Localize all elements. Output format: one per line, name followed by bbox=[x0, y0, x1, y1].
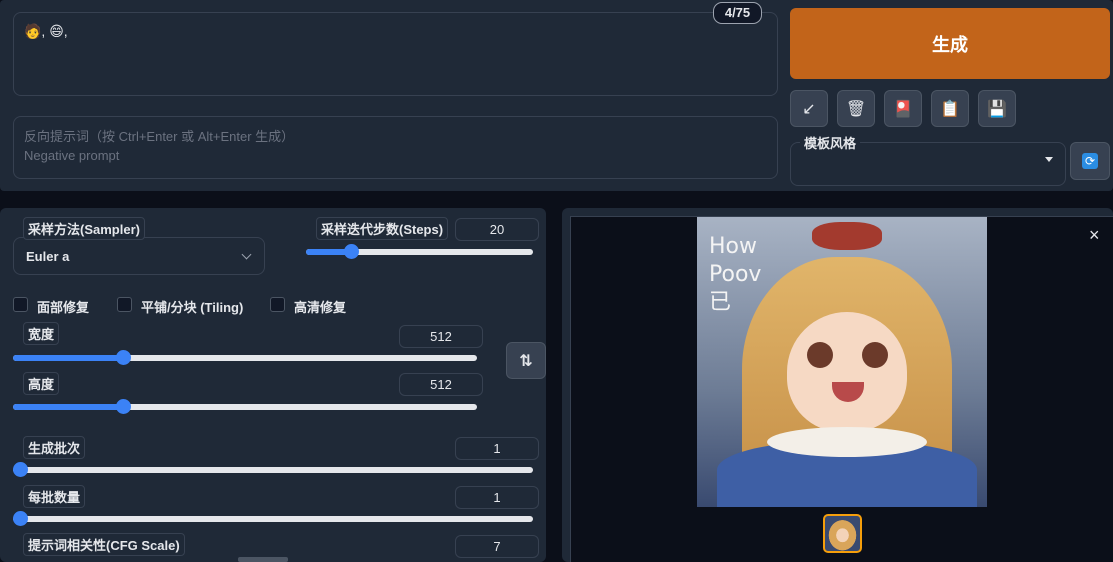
clear-button[interactable]: 🗑 bbox=[837, 90, 875, 127]
save-style-button[interactable]: 💾 bbox=[978, 90, 1016, 127]
gallery-thumbnail[interactable] bbox=[823, 514, 862, 553]
negative-prompt-input[interactable]: 反向提示词（按 Ctrl+Enter 或 Alt+Enter 生成） Negat… bbox=[13, 116, 778, 179]
sampler-value: Euler a bbox=[26, 249, 70, 264]
height-slider[interactable] bbox=[13, 399, 477, 414]
height-slider-thumb[interactable] bbox=[115, 399, 131, 414]
tool-buttons: ↙ 🗑 🎴 📋 💾 bbox=[790, 90, 1016, 127]
generate-button[interactable]: 生成 bbox=[790, 8, 1110, 79]
height-slider-fill bbox=[13, 404, 123, 410]
face-shape bbox=[787, 312, 907, 432]
width-slider[interactable] bbox=[13, 350, 477, 365]
hires-fix-label: 高清修复 bbox=[294, 300, 347, 315]
apply-style-button[interactable]: 📋 bbox=[931, 90, 969, 127]
negative-prompt-placeholder: 反向提示词（按 Ctrl+Enter 或 Alt+Enter 生成） bbox=[24, 129, 295, 144]
swap-icon: ⇅ bbox=[519, 352, 533, 370]
batch-count-input[interactable]: 1 bbox=[455, 437, 539, 460]
negative-prompt-placeholder-en: Negative prompt bbox=[24, 148, 120, 163]
read-params-icon: ↙ bbox=[802, 100, 816, 118]
cfg-input[interactable]: 7 bbox=[455, 535, 539, 558]
token-counter: 4/75 bbox=[713, 2, 762, 24]
steps-input[interactable]: 20 bbox=[455, 218, 539, 241]
batch-count-label: 生成批次 bbox=[23, 436, 86, 459]
sampler-select[interactable]: Euler a bbox=[13, 237, 265, 275]
batch-size-slider[interactable] bbox=[13, 511, 533, 526]
style-label: 模板风格 bbox=[800, 133, 861, 152]
clipboard-icon: 📋 bbox=[940, 100, 960, 118]
prompt-input[interactable]: 🧑, 😄, bbox=[13, 12, 778, 96]
steps-label: 采样迭代步数(Steps) bbox=[316, 217, 449, 240]
eye-right bbox=[862, 342, 888, 368]
cfg-label: 提示词相关性(CFG Scale) bbox=[23, 533, 185, 556]
generated-image[interactable]: How Poov 已 bbox=[697, 217, 987, 507]
width-label: 宽度 bbox=[23, 322, 60, 345]
chevron-down-icon bbox=[1045, 157, 1053, 162]
batch-size-slider-thumb[interactable] bbox=[13, 511, 28, 526]
refresh-styles-button[interactable]: ⟳ bbox=[1070, 142, 1110, 180]
card-icon: 🎴 bbox=[893, 100, 913, 118]
batch-size-label: 每批数量 bbox=[23, 485, 86, 508]
tiling-label: 平铺/分块 (Tiling) bbox=[141, 300, 244, 315]
height-input[interactable]: 512 bbox=[399, 373, 483, 396]
batch-size-input[interactable]: 1 bbox=[455, 486, 539, 509]
swap-dimensions-button[interactable]: ⇅ bbox=[506, 342, 546, 379]
scrollbar-thumb[interactable] bbox=[238, 557, 288, 562]
steps-slider[interactable] bbox=[306, 244, 533, 259]
hires-fix-checkbox[interactable] bbox=[270, 297, 285, 312]
bow bbox=[812, 222, 882, 250]
width-input[interactable]: 512 bbox=[399, 325, 483, 348]
chevron-down-icon bbox=[241, 249, 252, 260]
close-icon[interactable]: × bbox=[1089, 225, 1100, 246]
sampler-label: 采样方法(Sampler) bbox=[23, 217, 145, 240]
image-caption-text: How Poov 已 bbox=[709, 234, 762, 315]
refresh-icon: ⟳ bbox=[1082, 153, 1098, 169]
extra-networks-button[interactable]: 🎴 bbox=[884, 90, 922, 127]
collar bbox=[767, 427, 927, 457]
width-slider-fill bbox=[13, 355, 123, 361]
read-params-button[interactable]: ↙ bbox=[790, 90, 828, 127]
batch-count-slider-thumb[interactable] bbox=[13, 462, 28, 477]
height-label: 高度 bbox=[23, 372, 60, 395]
eye-left bbox=[807, 342, 833, 368]
restore-faces-checkbox[interactable] bbox=[13, 297, 28, 312]
batch-count-slider[interactable] bbox=[13, 462, 533, 477]
save-icon: 💾 bbox=[987, 100, 1007, 118]
restore-faces-label: 面部修复 bbox=[37, 300, 90, 315]
trash-icon: 🗑 bbox=[845, 100, 867, 118]
prompt-text: 🧑, 😄, bbox=[24, 23, 68, 39]
tiling-checkbox[interactable] bbox=[117, 297, 132, 312]
width-slider-thumb[interactable] bbox=[115, 350, 131, 365]
